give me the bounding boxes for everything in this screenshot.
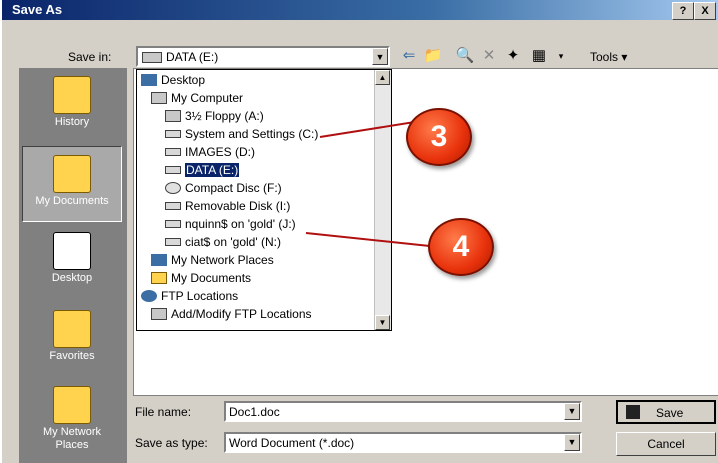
place-network[interactable]: My Network Places [22, 378, 122, 454]
place-desktop[interactable]: Desktop [22, 224, 122, 300]
up-folder-icon[interactable]: 📁 [422, 46, 444, 66]
list-item[interactable]: FTP Locations [141, 286, 238, 304]
list-item[interactable]: Desktop [141, 70, 205, 88]
list-item[interactable]: 3½ Floppy (A:) [165, 106, 264, 124]
ftp-icon [141, 289, 157, 302]
list-item-selected[interactable]: DATA (E:) [165, 160, 240, 178]
save-in-dropdown-list[interactable]: Desktop My Computer 3½ Floppy (A:) Syste… [136, 69, 392, 331]
folder-icon [151, 271, 167, 284]
desktop-icon [53, 232, 91, 270]
tools-label: Tools [590, 50, 619, 64]
ftp-add-icon [151, 307, 167, 320]
drive-icon [165, 129, 181, 138]
views-dropdown-icon[interactable]: ▾ [550, 46, 572, 66]
save-in-combo[interactable]: DATA (E:) ▼ [136, 46, 390, 67]
scroll-down-icon[interactable]: ▼ [375, 315, 390, 330]
save-disk-icon [626, 405, 640, 419]
save-in-label: Save in: [68, 50, 112, 64]
save-as-type-select[interactable]: Word Document (*.doc) ▼ [224, 432, 582, 453]
network-places-icon [53, 386, 91, 424]
list-item[interactable]: My Computer [151, 88, 243, 106]
computer-icon [151, 91, 167, 104]
list-item[interactable]: System and Settings (C:) [165, 124, 318, 142]
new-folder-icon[interactable]: ✦ [502, 46, 524, 66]
dropdown-scrollbar[interactable]: ▲ ▼ [374, 70, 391, 330]
cancel-button[interactable]: Cancel [616, 432, 716, 456]
list-item[interactable]: nquinn$ on 'gold' (J:) [165, 214, 296, 232]
list-item[interactable]: My Network Places [151, 250, 274, 268]
place-label: Desktop [51, 272, 93, 284]
file-name-value: Doc1.doc [229, 405, 280, 419]
callout-3: 3 [406, 108, 472, 166]
help-button[interactable]: ? [672, 2, 694, 20]
delete-icon[interactable]: ✕ [478, 46, 500, 66]
save-button-label: Save [656, 406, 684, 420]
network-drive-icon [165, 219, 181, 228]
scroll-up-icon[interactable]: ▲ [375, 70, 390, 85]
list-item[interactable]: Compact Disc (F:) [165, 178, 282, 196]
save-in-value: DATA (E:) [166, 50, 219, 64]
close-button[interactable]: X [694, 2, 716, 20]
floppy-icon [165, 109, 181, 122]
place-history[interactable]: History [22, 68, 122, 144]
desktop-icon [141, 73, 157, 86]
list-item[interactable]: Removable Disk (I:) [165, 196, 290, 214]
cd-icon [165, 181, 181, 194]
network-places-icon [151, 253, 167, 266]
list-item[interactable]: Add/Modify FTP Locations [151, 304, 312, 322]
chevron-down-icon[interactable]: ▼ [372, 48, 388, 65]
drive-icon [142, 52, 162, 63]
history-icon [53, 76, 91, 114]
list-item[interactable]: My Documents [151, 268, 251, 286]
places-bar: History My Documents Desktop Favorites M… [19, 68, 127, 463]
back-icon[interactable]: ⇐ [398, 46, 420, 66]
save-button[interactable]: Save [616, 400, 716, 424]
drive-icon [165, 201, 181, 210]
file-name-label: File name: [135, 405, 192, 419]
place-label: History [54, 116, 90, 128]
views-icon[interactable]: ▦ [528, 46, 550, 66]
drive-icon [165, 147, 181, 156]
tools-menu[interactable]: Tools ▾ [590, 50, 627, 64]
save-as-type-value: Word Document (*.doc) [229, 436, 355, 450]
file-name-input[interactable]: Doc1.doc ▼ [224, 401, 582, 422]
window-title: Save As [12, 2, 63, 17]
list-item[interactable]: ciat$ on 'gold' (N:) [165, 232, 281, 250]
title-bar: Save As ? X [2, 0, 718, 20]
chevron-down-icon[interactable]: ▼ [564, 403, 580, 420]
network-drive-icon [165, 237, 181, 246]
chevron-down-icon[interactable]: ▼ [564, 434, 580, 451]
callout-4: 4 [428, 218, 494, 276]
place-favorites[interactable]: Favorites [22, 302, 122, 378]
save-as-dialog: Save As ? X Save in: DATA (E:) ▼ ⇐ 📁 🔍 ✕… [0, 0, 718, 463]
search-web-icon[interactable]: 🔍 [454, 46, 476, 66]
place-my-documents[interactable]: My Documents [22, 146, 122, 222]
place-label: My Documents [35, 195, 109, 207]
favorites-icon [53, 310, 91, 348]
place-label: Favorites [49, 350, 95, 362]
save-as-type-label: Save as type: [135, 436, 208, 450]
place-label: My Network Places [42, 426, 102, 451]
drive-icon [165, 165, 181, 174]
my-documents-icon [53, 155, 91, 193]
list-item[interactable]: IMAGES (D:) [165, 142, 255, 160]
